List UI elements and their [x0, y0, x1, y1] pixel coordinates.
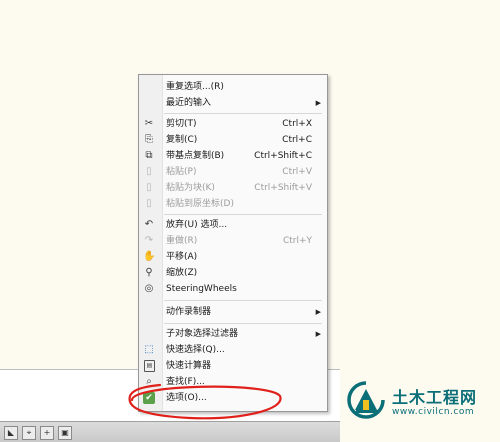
- undo-icon: ↶: [144, 219, 154, 230]
- menu-item-paste-as-block[interactable]: ▯ 粘贴为块(K) Ctrl+Shift+V: [139, 180, 327, 196]
- menu-item-paste-to-original-coords[interactable]: ▯ 粘贴到原坐标(D): [139, 196, 327, 212]
- menu-item-label: 粘贴到原坐标(D): [166, 199, 234, 209]
- menu-item-label: 缩放(Z): [166, 268, 198, 278]
- menu-item-label: 重做(R): [166, 236, 198, 246]
- menu-item-label: 重复选项...(R): [166, 82, 224, 92]
- menu-item-label: 带基点复制(B): [166, 151, 225, 161]
- menu-item-repeat-options[interactable]: 重复选项...(R): [139, 79, 327, 95]
- context-menu: 重复选项...(R) 最近的输入 ▶ ✂ 剪切(T) Ctrl+X ⎘ 复制(C…: [138, 74, 328, 412]
- menu-separator: [164, 300, 322, 301]
- menu-item-shortcut: Ctrl+Y: [282, 236, 312, 246]
- status-button-1[interactable]: ◣: [4, 426, 18, 440]
- menu-item-steeringwheels[interactable]: ◎ SteeringWheels: [139, 281, 327, 297]
- menu-item-label: 平移(A): [166, 252, 198, 262]
- menu-item-label: 剪切(T): [166, 119, 197, 129]
- watermark-url: www.civilcn.com: [392, 407, 475, 417]
- menu-separator: [164, 214, 322, 215]
- scissors-icon: ✂: [144, 118, 154, 129]
- menu-item-subobject-filter[interactable]: 子对象选择过滤器 ▶: [139, 326, 327, 342]
- submenu-arrow-icon: ▶: [315, 99, 321, 107]
- menu-separator: [164, 113, 322, 114]
- civilcn-logo-icon: [347, 381, 385, 419]
- status-button-3[interactable]: +: [40, 426, 54, 440]
- menu-item-shortcut: Ctrl+X: [282, 119, 312, 129]
- menu-item-label: 复制(C): [166, 135, 198, 145]
- menu-item-quick-calculator[interactable]: ▤ 快速计算器: [139, 358, 327, 374]
- menu-item-recent-input[interactable]: 最近的输入 ▶: [139, 95, 327, 111]
- quick-select-icon: ⬚: [144, 344, 154, 355]
- menu-item-shortcut: Ctrl+Shift+C: [254, 151, 312, 161]
- menu-item-paste[interactable]: ▯ 粘贴(P) Ctrl+V: [139, 164, 327, 180]
- redo-icon: ↷: [144, 235, 154, 246]
- watermark-brand: 土木工程网: [392, 388, 478, 407]
- calculator-icon: ▤: [144, 360, 155, 372]
- menu-item-shortcut: Ctrl+V: [282, 167, 312, 177]
- menu-item-redo[interactable]: ↷ 重做(R) Ctrl+Y: [139, 233, 327, 249]
- menu-item-shortcut: Ctrl+C: [282, 135, 312, 145]
- menu-item-copy-with-basepoint[interactable]: ⧉ 带基点复制(B) Ctrl+Shift+C: [139, 148, 327, 164]
- menu-item-label: SteeringWheels: [166, 284, 237, 294]
- menu-item-quick-select[interactable]: ⬚ 快速选择(Q)...: [139, 342, 327, 358]
- status-button-4[interactable]: ▣: [58, 426, 72, 440]
- menu-item-label: 动作录制器: [166, 307, 212, 317]
- menu-item-pan[interactable]: ✋ 平移(A): [139, 249, 327, 265]
- red-circle-annotation: [128, 383, 282, 420]
- menu-separator: [164, 323, 322, 324]
- menu-item-label: 放弃(U) 选项...: [166, 220, 228, 230]
- pan-hand-icon: ✋: [143, 251, 156, 262]
- menu-item-shortcut: Ctrl+Shift+V: [254, 183, 312, 193]
- paste-original-icon: ▯: [146, 198, 152, 209]
- menu-item-label: 快速计算器: [166, 361, 212, 371]
- submenu-arrow-icon: ▶: [315, 330, 321, 338]
- status-button-2[interactable]: ⌖: [22, 426, 36, 440]
- paste-block-icon: ▯: [146, 182, 152, 193]
- menu-item-action-recorder[interactable]: 动作录制器 ▶: [139, 304, 327, 320]
- menu-item-label: 最近的输入: [166, 98, 212, 108]
- steering-wheel-icon: ◎: [144, 283, 154, 294]
- menu-item-label: 粘贴(P): [166, 167, 197, 177]
- submenu-arrow-icon: ▶: [315, 308, 321, 316]
- menu-item-zoom[interactable]: ⚲ 缩放(Z): [139, 265, 327, 281]
- zoom-magnifier-icon: ⚲: [145, 267, 153, 278]
- status-bar: ◣ ⌖ + ▣: [0, 421, 340, 442]
- menu-item-label: 快速选择(Q)...: [166, 345, 225, 355]
- menu-item-cut[interactable]: ✂ 剪切(T) Ctrl+X: [139, 116, 327, 132]
- watermark-logo: 土木工程网 www.civilcn.com: [344, 374, 500, 436]
- menu-item-undo[interactable]: ↶ 放弃(U) 选项...: [139, 217, 327, 233]
- menu-item-label: 子对象选择过滤器: [166, 329, 239, 339]
- menu-item-label: 粘贴为块(K): [166, 183, 215, 193]
- copy-basepoint-icon: ⧉: [145, 150, 153, 161]
- menu-item-copy[interactable]: ⎘ 复制(C) Ctrl+C: [139, 132, 327, 148]
- copy-icon: ⎘: [145, 134, 153, 145]
- paste-icon: ▯: [146, 166, 152, 177]
